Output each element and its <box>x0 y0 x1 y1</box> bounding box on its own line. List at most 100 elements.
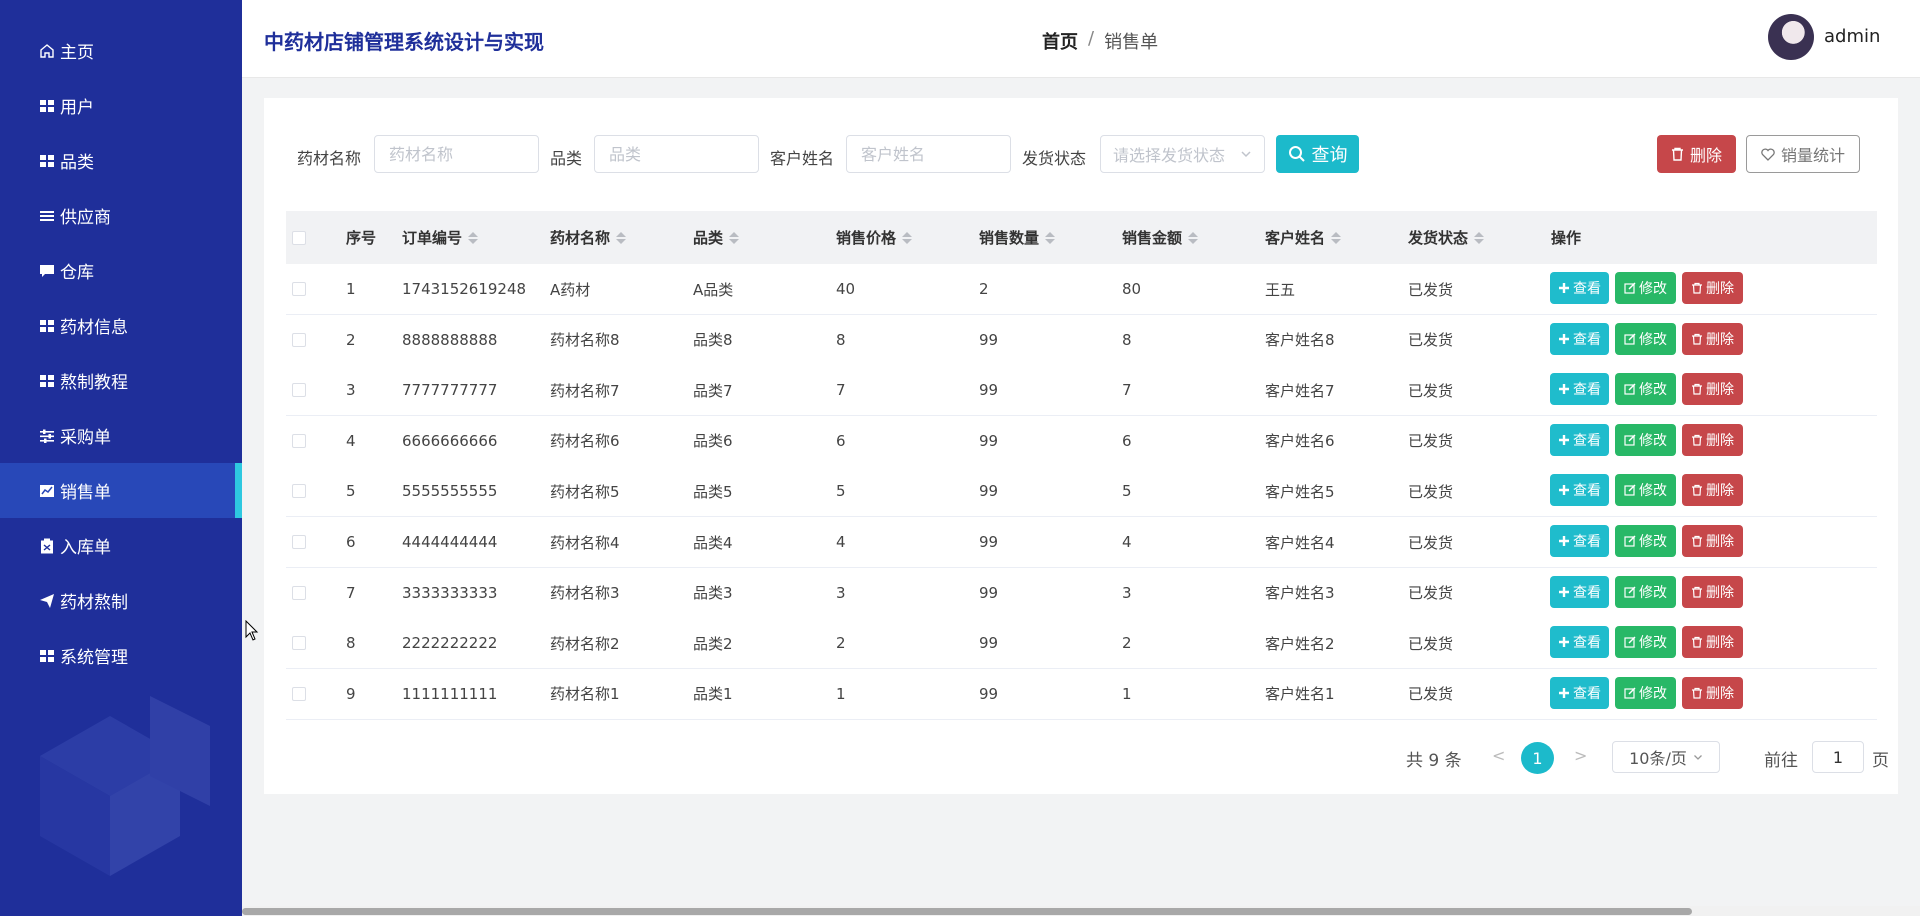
pagination-prev-button[interactable]: < <box>1492 746 1505 765</box>
sort-icon[interactable] <box>729 231 740 244</box>
sidebar-item-3[interactable]: 品类 <box>0 133 242 188</box>
delete-button[interactable]: 删除 <box>1682 322 1743 355</box>
delete-button[interactable]: 删除 <box>1682 626 1743 659</box>
medicine-name-input[interactable] <box>374 135 539 173</box>
trash-icon <box>1692 384 1702 395</box>
row-checkbox[interactable] <box>292 535 306 549</box>
pagination-goto-input[interactable] <box>1812 741 1864 773</box>
cell-medicine-name: 药材名称2 <box>550 634 620 653</box>
view-button[interactable]: 查看 <box>1550 322 1609 355</box>
sidebar-item-label: 品类 <box>60 153 94 173</box>
delete-button[interactable]: 删除 <box>1682 676 1743 709</box>
view-button[interactable]: 查看 <box>1550 373 1609 406</box>
shipping-status-placeholder: 请选择发货状态 <box>1113 146 1226 165</box>
sort-icon[interactable] <box>1188 231 1199 244</box>
sidebar-item-7[interactable]: 熬制教程 <box>0 353 242 408</box>
edit-button-label: 修改 <box>1639 382 1667 399</box>
view-button[interactable]: 查看 <box>1550 474 1609 507</box>
row-checkbox[interactable] <box>292 636 306 651</box>
column-header-quantity[interactable]: 销售数量 <box>979 211 1056 264</box>
horizontal-scrollbar[interactable] <box>242 906 1920 916</box>
column-header-label: 品类 <box>693 229 724 247</box>
cell-order-no: 4444444444 <box>402 533 498 551</box>
sidebar-item-5[interactable]: 仓库 <box>0 243 242 298</box>
sidebar-item-8[interactable]: 采购单 <box>0 408 242 463</box>
column-header-label: 客户姓名 <box>1265 229 1326 247</box>
delete-button[interactable]: 删除 <box>1682 272 1743 304</box>
sales-stats-button[interactable]: 销量统计 <box>1746 135 1860 173</box>
view-button[interactable]: 查看 <box>1550 423 1609 456</box>
sidebar-item-1[interactable]: 主页 <box>0 23 242 78</box>
row-checkbox[interactable] <box>292 433 306 448</box>
pagination-page-1[interactable]: 1 <box>1521 742 1554 774</box>
edit-button[interactable]: 修改 <box>1615 575 1676 608</box>
grid-icon <box>38 152 56 170</box>
breadcrumb-home[interactable]: 首页 <box>1042 28 1078 54</box>
view-button[interactable]: 查看 <box>1550 676 1609 709</box>
edit-button[interactable]: 修改 <box>1615 272 1676 304</box>
sidebar-item-9[interactable]: 销售单 <box>0 463 242 518</box>
cell-price: 6 <box>836 431 846 450</box>
edit-button[interactable]: 修改 <box>1615 322 1676 355</box>
sidebar-item-6[interactable]: 药材信息 <box>0 298 242 353</box>
sort-icon[interactable] <box>1331 231 1342 244</box>
batch-delete-button[interactable]: 删除 <box>1657 135 1736 173</box>
sidebar-item-2[interactable]: 用户 <box>0 78 242 133</box>
pagination-next-button[interactable]: > <box>1574 746 1587 765</box>
sort-icon[interactable] <box>902 231 913 244</box>
row-checkbox[interactable] <box>292 282 306 296</box>
view-button[interactable]: 查看 <box>1550 525 1609 557</box>
table-row: 1 1743152619248 A药材 A品类 40 2 80 王五 已发货 查看 修改 删除 <box>286 264 1877 315</box>
column-header-customer[interactable]: 客户姓名 <box>1265 211 1342 264</box>
delete-button[interactable]: 删除 <box>1682 474 1743 507</box>
select-all-checkbox[interactable] <box>292 230 306 245</box>
column-header-price[interactable]: 销售价格 <box>836 211 913 264</box>
column-header-medicine-name[interactable]: 药材名称 <box>550 211 627 264</box>
page-size-select[interactable]: 10条/页 <box>1612 741 1720 773</box>
view-button-label: 查看 <box>1573 534 1601 550</box>
scrollbar-thumb[interactable] <box>242 908 1692 915</box>
row-checkbox[interactable] <box>292 585 306 600</box>
edit-button[interactable]: 修改 <box>1615 423 1676 456</box>
edit-button[interactable]: 修改 <box>1615 373 1676 406</box>
shipping-status-select[interactable]: 请选择发货状态 <box>1100 135 1265 173</box>
delete-button[interactable]: 删除 <box>1682 525 1743 557</box>
row-checkbox[interactable] <box>292 484 306 499</box>
edit-button-label: 修改 <box>1639 281 1667 297</box>
cell-price: 5 <box>836 482 846 501</box>
sidebar-item-4[interactable]: 供应商 <box>0 188 242 243</box>
edit-button[interactable]: 修改 <box>1615 676 1676 709</box>
column-header-category[interactable]: 品类 <box>693 211 740 264</box>
row-checkbox[interactable] <box>292 383 306 398</box>
view-button[interactable]: 查看 <box>1550 272 1609 304</box>
column-header-amount[interactable]: 销售金额 <box>1122 211 1199 264</box>
column-header-status[interactable]: 发货状态 <box>1408 211 1485 264</box>
avatar[interactable] <box>1768 14 1814 60</box>
cell-index: 5 <box>346 482 356 501</box>
sort-icon[interactable] <box>616 231 627 244</box>
sidebar-item-11[interactable]: 药材熬制 <box>0 573 242 628</box>
edit-icon <box>1624 434 1636 446</box>
search-button[interactable]: 查询 <box>1276 135 1359 173</box>
delete-button[interactable]: 删除 <box>1682 373 1743 406</box>
sort-icon[interactable] <box>1474 231 1485 244</box>
sidebar-item-10[interactable]: 入库单 <box>0 518 242 573</box>
sort-icon[interactable] <box>1045 231 1056 244</box>
sidebar-item-12[interactable]: 系统管理 <box>0 628 242 683</box>
row-checkbox[interactable] <box>292 332 306 347</box>
category-input[interactable] <box>594 135 759 173</box>
sort-icon[interactable] <box>468 231 479 244</box>
view-button[interactable]: 查看 <box>1550 626 1609 659</box>
cell-amount: 3 <box>1122 583 1132 602</box>
row-checkbox[interactable] <box>292 686 306 701</box>
edit-button[interactable]: 修改 <box>1615 626 1676 659</box>
delete-button[interactable]: 删除 <box>1682 423 1743 456</box>
delete-button[interactable]: 删除 <box>1682 575 1743 608</box>
customer-name-input[interactable] <box>846 135 1011 173</box>
column-header-order-no[interactable]: 订单编号 <box>402 211 479 264</box>
username[interactable]: admin <box>1824 26 1880 47</box>
edit-button[interactable]: 修改 <box>1615 525 1676 557</box>
view-button[interactable]: 查看 <box>1550 575 1609 608</box>
edit-button[interactable]: 修改 <box>1615 474 1676 507</box>
cell-status: 已发货 <box>1408 331 1454 350</box>
